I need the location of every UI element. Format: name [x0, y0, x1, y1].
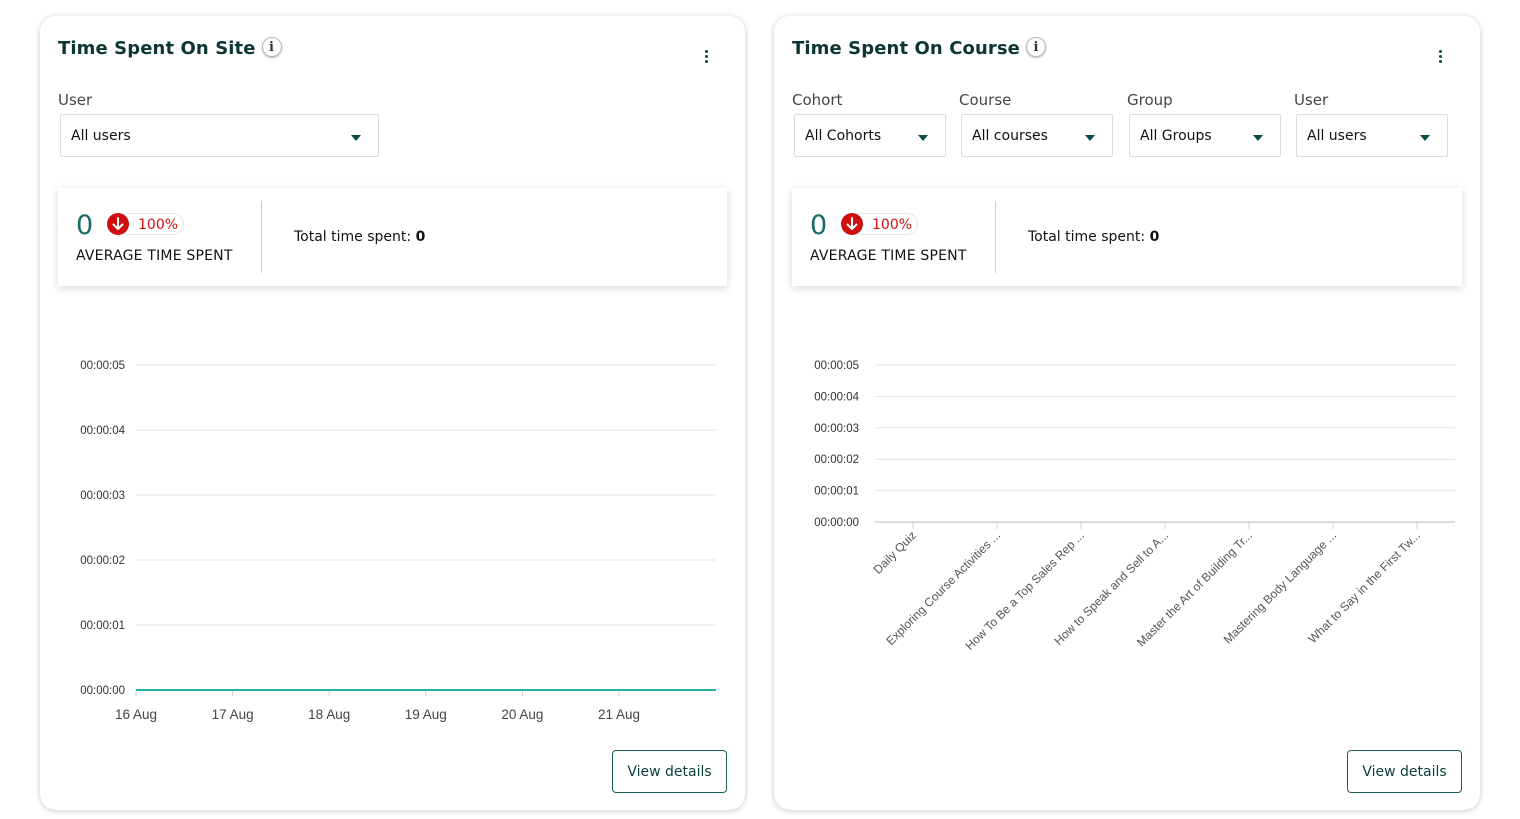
y-tick-label: 00:00:04 — [80, 425, 125, 437]
y-tick-label: 00:00:02 — [80, 555, 125, 567]
caret-down-icon — [1420, 135, 1430, 141]
filter-label-cohort: Cohort — [792, 91, 843, 109]
time-on-course-bar-chart: 00:00:00 00:00:01 00:00:02 00:00:03 00:00:04… — [814, 360, 1455, 653]
user-select[interactable]: All users — [1296, 114, 1448, 157]
info-icon[interactable]: i — [261, 37, 282, 57]
y-tick-label: 00:00:05 — [80, 360, 125, 372]
x-tick-label: 16 Aug — [115, 707, 157, 722]
info-icon[interactable]: i — [1026, 37, 1046, 57]
total-label: Total time spent: — [1028, 229, 1146, 245]
divider — [995, 201, 996, 273]
kpi-panel: 0 100% AVERAGE TIME SPENT Total time spe… — [792, 188, 1462, 286]
y-tick-label: 00:00:00 — [814, 517, 859, 529]
caret-down-icon — [918, 135, 928, 141]
y-tick-label: 00:00:01 — [814, 486, 859, 498]
cohort-select-value: All Cohorts — [805, 128, 882, 144]
total-time-spent: Total time spent: 0 — [294, 229, 425, 245]
y-tick-label: 00:00:04 — [814, 391, 859, 403]
group-select-value: All Groups — [1140, 128, 1212, 144]
user-select[interactable]: All users — [60, 114, 379, 157]
average-time-value: 0 — [76, 210, 94, 241]
view-details-button[interactable]: View details — [612, 750, 727, 793]
y-tick-label: 00:00:03 — [814, 423, 859, 435]
time-on-site-line-chart: 00:00:00 00:00:01 00:00:02 00:00:03 00:00:04… — [80, 360, 716, 722]
user-select-value: All users — [71, 128, 131, 144]
change-percent: 100% — [872, 217, 913, 233]
arrow-down-icon — [107, 213, 129, 235]
kebab-menu-icon[interactable] — [1439, 50, 1443, 64]
caret-down-icon — [1253, 135, 1263, 141]
y-tick-label: 00:00:01 — [80, 620, 125, 632]
x-tick-label: 19 Aug — [405, 707, 447, 722]
x-tick-label: Daily Quiz — [871, 528, 920, 577]
total-label: Total time spent: — [294, 229, 412, 245]
y-tick-label: 00:00:00 — [80, 685, 125, 697]
x-tick-label: 17 Aug — [212, 707, 254, 722]
kpi-panel: 0 100% AVERAGE TIME SPENT Total time spe… — [58, 188, 727, 286]
arrow-down-icon — [841, 213, 863, 235]
filter-label-course: Course — [959, 91, 1012, 109]
user-select-value: All users — [1307, 128, 1367, 144]
time-spent-on-course-card: Time Spent On Course i Cohort All Cohorts… — [774, 16, 1480, 810]
change-percent: 100% — [138, 217, 179, 233]
card-title-text: Time Spent On Site — [58, 38, 256, 59]
filter-label-user: User — [58, 91, 93, 109]
average-time-value: 0 — [810, 210, 828, 241]
card-title-text: Time Spent On Course — [792, 38, 1020, 59]
cohort-select[interactable]: All Cohorts — [794, 114, 946, 157]
card-title: Time Spent On Site i — [58, 37, 282, 59]
x-tick-label: 20 Aug — [501, 707, 543, 722]
x-tick-label: 21 Aug — [598, 707, 640, 722]
divider — [261, 201, 262, 273]
caret-down-icon — [351, 135, 361, 141]
kebab-menu-icon[interactable] — [705, 50, 709, 64]
time-spent-on-site-card: Time Spent On Site i User All users 0 100… — [40, 16, 745, 810]
x-tick-label: 18 Aug — [308, 707, 350, 722]
total-value: 0 — [1149, 229, 1160, 245]
view-details-button[interactable]: View details — [1347, 750, 1462, 793]
filter-label-user: User — [1294, 91, 1329, 109]
course-select-value: All courses — [972, 128, 1048, 144]
y-tick-label: 00:00:05 — [814, 360, 859, 372]
group-select[interactable]: All Groups — [1129, 114, 1281, 157]
filter-label-group: Group — [1127, 91, 1173, 109]
caret-down-icon — [1085, 135, 1095, 141]
total-time-spent: Total time spent: 0 — [1028, 229, 1159, 245]
kpi-label: AVERAGE TIME SPENT — [810, 248, 967, 264]
y-tick-label: 00:00:02 — [814, 454, 859, 466]
card-title: Time Spent On Course i — [792, 37, 1046, 59]
kpi-label: AVERAGE TIME SPENT — [76, 248, 233, 264]
course-select[interactable]: All courses — [961, 114, 1113, 157]
total-value: 0 — [415, 229, 426, 245]
y-tick-label: 00:00:03 — [80, 490, 125, 502]
